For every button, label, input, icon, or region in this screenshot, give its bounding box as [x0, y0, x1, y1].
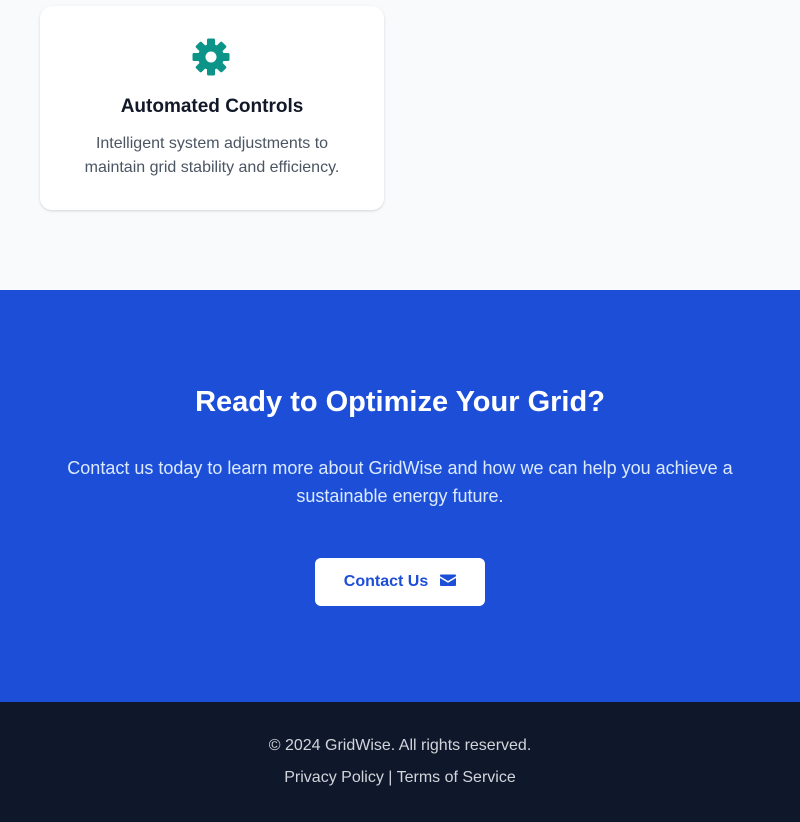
- features-section: Automated Controls Intelligent system ad…: [0, 0, 800, 290]
- site-footer: © 2024 GridWise. All rights reserved. Pr…: [0, 702, 800, 822]
- feature-card-automated-controls: Automated Controls Intelligent system ad…: [40, 6, 384, 210]
- footer-links: Privacy Policy | Terms of Service: [0, 769, 800, 787]
- footer-separator: |: [388, 769, 393, 786]
- copyright-text: © 2024 GridWise. All rights reserved.: [268, 737, 532, 754]
- privacy-policy-link[interactable]: Privacy Policy: [284, 769, 384, 786]
- cta-section: Ready to Optimize Your Grid? Contact us …: [0, 290, 800, 702]
- gear-icon: [192, 38, 230, 76]
- cta-text: Contact us today to learn more about Gri…: [67, 458, 733, 506]
- terms-of-service-link[interactable]: Terms of Service: [397, 769, 516, 786]
- cta-heading: Ready to Optimize Your Grid?: [195, 386, 605, 418]
- contact-us-label: Contact Us: [343, 573, 429, 590]
- contact-us-button[interactable]: Contact Us: [315, 558, 485, 606]
- feature-description: Intelligent system adjustments to mainta…: [84, 135, 340, 176]
- envelope-icon: [440, 573, 457, 592]
- feature-title: Automated Controls: [120, 96, 304, 117]
